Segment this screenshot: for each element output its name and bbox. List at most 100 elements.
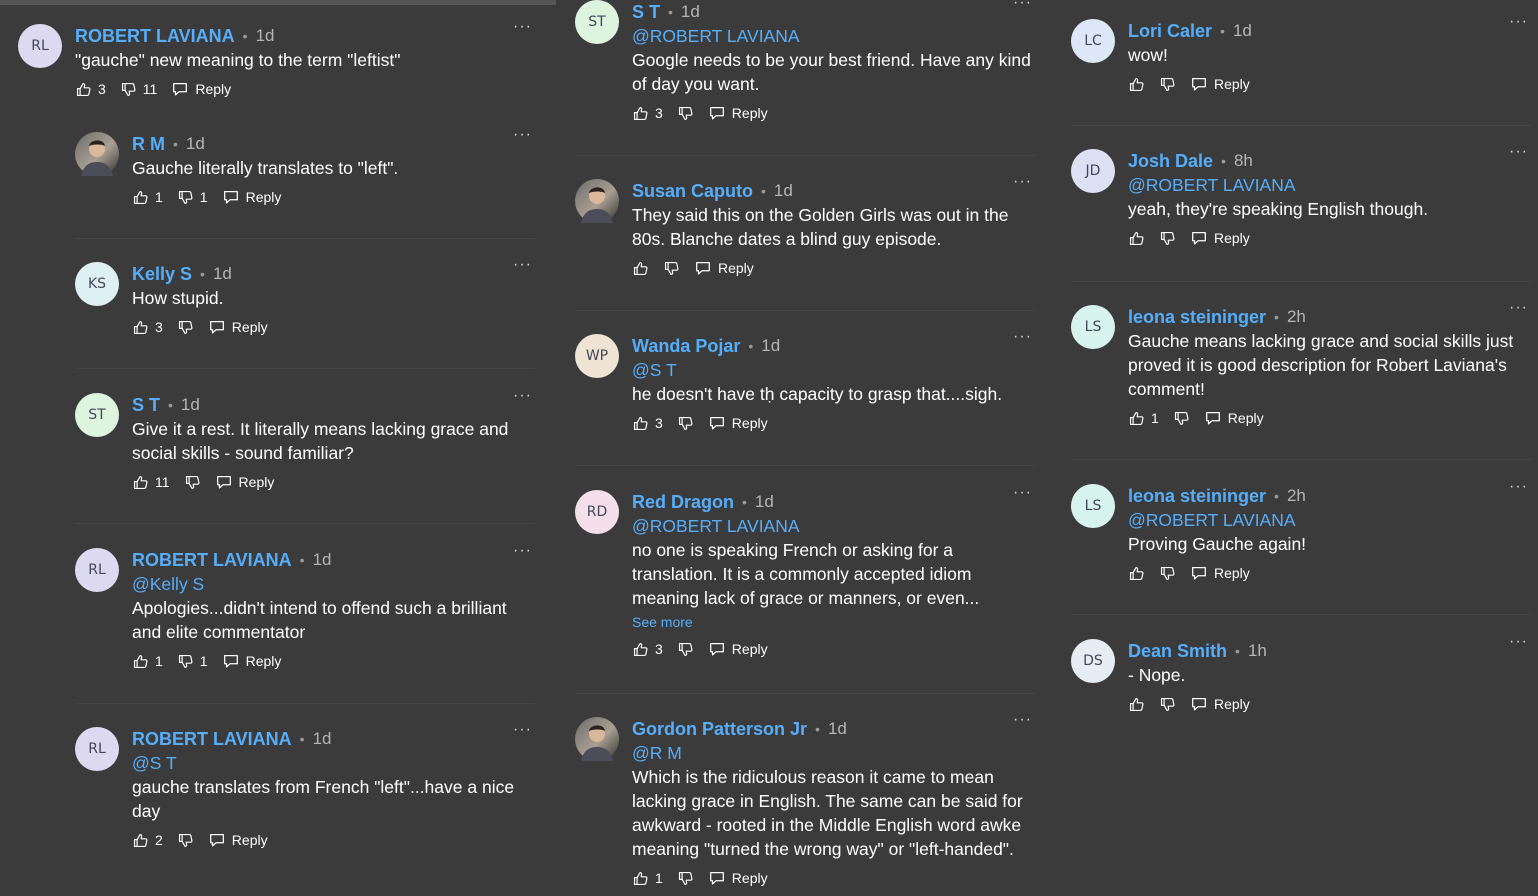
reply-button[interactable]: Reply (708, 640, 768, 658)
avatar[interactable]: RL (75, 548, 119, 592)
avatar[interactable]: RD (575, 490, 619, 534)
avatar[interactable]: RL (75, 727, 119, 771)
like-button[interactable] (1128, 696, 1145, 713)
like-button[interactable]: 11 (132, 474, 170, 491)
more-options-icon[interactable]: ··· (1013, 0, 1032, 12)
reply-button[interactable]: Reply (708, 104, 768, 122)
reply-button[interactable]: Reply (215, 473, 274, 491)
dislike-button[interactable] (1159, 565, 1176, 582)
more-options-icon[interactable]: ··· (513, 126, 532, 144)
more-options-icon[interactable]: ··· (1013, 484, 1032, 502)
mention-link[interactable]: @S T (132, 751, 532, 775)
avatar[interactable]: JD (1071, 149, 1115, 193)
more-options-icon[interactable]: ··· (513, 721, 532, 739)
like-button[interactable] (632, 260, 649, 277)
like-button[interactable]: 3 (632, 641, 663, 658)
like-button[interactable]: 3 (632, 415, 663, 432)
reply-button[interactable]: Reply (694, 259, 754, 277)
dislike-button[interactable]: 1 (177, 189, 208, 206)
more-options-icon[interactable]: ··· (513, 387, 532, 405)
dislike-button[interactable] (677, 870, 694, 887)
avatar[interactable]: ST (75, 393, 119, 437)
author-name[interactable]: S T (632, 0, 660, 24)
avatar[interactable]: DS (1071, 639, 1115, 683)
like-button[interactable]: 2 (132, 832, 163, 849)
dislike-button[interactable] (177, 319, 194, 336)
author-name[interactable]: Susan Caputo (632, 179, 753, 203)
avatar[interactable]: LS (1071, 484, 1115, 528)
more-options-icon[interactable]: ··· (1509, 299, 1528, 317)
avatar[interactable] (575, 717, 619, 761)
dislike-button[interactable]: 1 (177, 653, 208, 670)
reply-button[interactable]: Reply (1204, 409, 1264, 427)
more-options-icon[interactable]: ··· (513, 542, 532, 560)
like-button[interactable] (1128, 565, 1145, 582)
like-button[interactable]: 1 (1128, 410, 1159, 427)
dislike-button[interactable] (1159, 230, 1176, 247)
dislike-button[interactable] (1159, 76, 1176, 93)
mention-link[interactable]: @ROBERT LAVIANA (632, 514, 1032, 538)
avatar[interactable]: LS (1071, 305, 1115, 349)
reply-button[interactable]: Reply (708, 869, 768, 887)
mention-link[interactable]: @Kelly S (132, 572, 532, 596)
author-name[interactable]: leona steininger (1128, 305, 1266, 329)
author-name[interactable]: Kelly S (132, 262, 192, 286)
more-options-icon[interactable]: ··· (1509, 633, 1528, 651)
reply-button[interactable]: Reply (1190, 229, 1250, 247)
like-button[interactable]: 3 (632, 105, 663, 122)
more-options-icon[interactable]: ··· (1509, 143, 1528, 161)
reply-button[interactable]: Reply (222, 188, 281, 206)
like-button[interactable]: 1 (132, 653, 163, 670)
dislike-button[interactable] (677, 641, 694, 658)
dislike-button[interactable] (1173, 410, 1190, 427)
reply-button[interactable]: Reply (708, 414, 768, 432)
author-name[interactable]: R M (132, 132, 165, 156)
avatar[interactable]: RL (18, 24, 62, 68)
avatar[interactable]: ST (575, 0, 619, 44)
mention-link[interactable]: @ROBERT LAVIANA (1128, 173, 1528, 197)
reply-button[interactable]: Reply (1190, 695, 1250, 713)
author-name[interactable]: Gordon Patterson Jr (632, 717, 807, 741)
reply-button[interactable]: Reply (171, 80, 231, 98)
author-name[interactable]: Wanda Pojar (632, 334, 740, 358)
dislike-button[interactable] (184, 474, 201, 491)
more-options-icon[interactable]: ··· (513, 256, 532, 274)
more-options-icon[interactable]: ··· (1013, 173, 1032, 191)
more-options-icon[interactable]: ··· (1013, 711, 1032, 729)
author-name[interactable]: S T (132, 393, 160, 417)
author-name[interactable]: ROBERT LAVIANA (75, 24, 235, 48)
like-button[interactable] (1128, 76, 1145, 93)
more-options-icon[interactable]: ··· (1013, 328, 1032, 346)
reply-button[interactable]: Reply (1190, 564, 1250, 582)
mention-link[interactable]: @ROBERT LAVIANA (1128, 508, 1528, 532)
like-button[interactable]: 1 (132, 189, 163, 206)
reply-button[interactable]: Reply (208, 318, 268, 336)
avatar[interactable]: WP (575, 334, 619, 378)
author-name[interactable]: Red Dragon (632, 490, 734, 514)
author-name[interactable]: ROBERT LAVIANA (132, 548, 292, 572)
mention-link[interactable]: @ROBERT LAVIANA (632, 24, 1032, 48)
mention-link[interactable]: @R M (632, 741, 1032, 765)
reply-button[interactable]: Reply (208, 831, 268, 849)
more-options-icon[interactable]: ··· (513, 18, 532, 36)
author-name[interactable]: Josh Dale (1128, 149, 1213, 173)
like-button[interactable]: 3 (132, 319, 163, 336)
mention-link[interactable]: @S T (632, 358, 1032, 382)
more-options-icon[interactable]: ··· (1509, 478, 1528, 496)
dislike-button[interactable] (677, 415, 694, 432)
author-name[interactable]: ROBERT LAVIANA (132, 727, 292, 751)
reply-button[interactable]: Reply (222, 652, 281, 670)
dislike-button[interactable] (677, 105, 694, 122)
avatar[interactable]: KS (75, 262, 119, 306)
avatar[interactable] (75, 132, 119, 176)
reply-button[interactable]: Reply (1190, 75, 1250, 93)
dislike-button[interactable] (663, 260, 680, 277)
avatar[interactable]: LC (1071, 19, 1115, 63)
like-button[interactable]: 1 (632, 870, 663, 887)
dislike-button[interactable]: 11 (120, 81, 157, 98)
more-options-icon[interactable]: ··· (1509, 13, 1528, 31)
see-more-link[interactable]: See more (632, 612, 1032, 632)
avatar[interactable] (575, 179, 619, 223)
like-button[interactable] (1128, 230, 1145, 247)
like-button[interactable]: 3 (75, 81, 106, 98)
